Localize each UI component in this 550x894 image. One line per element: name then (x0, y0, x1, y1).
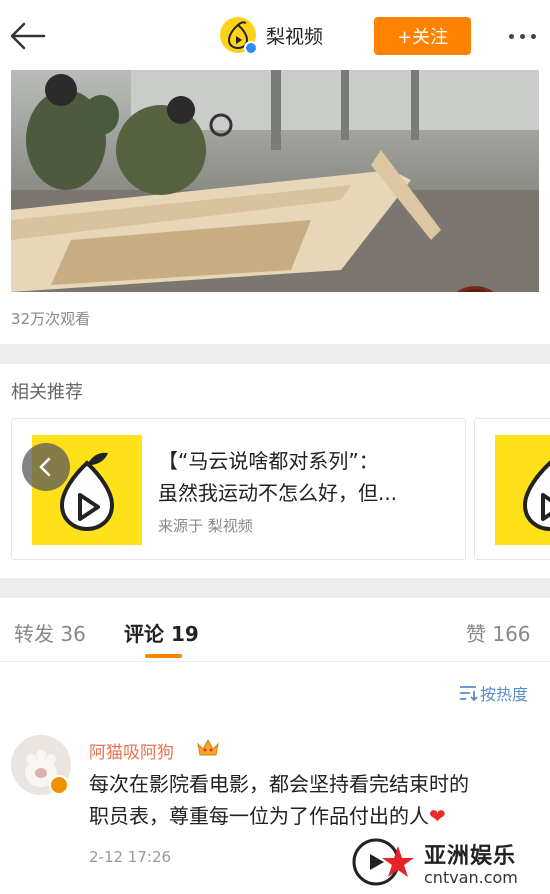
more-options-icon[interactable] (500, 22, 544, 50)
tab-likes[interactable]: 赞 166 (466, 618, 531, 647)
back-arrow-icon (10, 22, 46, 50)
back-button[interactable] (6, 16, 50, 56)
tab-reposts[interactable]: 转发 36 (14, 618, 86, 647)
user-badge-icon (49, 775, 69, 795)
channel-header[interactable]: 梨视频 (220, 16, 324, 55)
related-section-title: 相关推荐 (11, 382, 83, 403)
crown-icon (196, 736, 220, 758)
interaction-tabs: 转发 36 评论 19 赞 166 (0, 600, 550, 662)
carousel-prev-button[interactable] (22, 443, 70, 491)
sort-icon (460, 686, 478, 702)
channel-name: 梨视频 (266, 25, 324, 48)
related-video-title[interactable]: 【“马云说啥都对系列”： 虽然我运动不怎么好，但... (158, 445, 458, 509)
related-video-card[interactable]: 【“马云说啥都对系列”： 虽然我运动不怎么好，但... 来源于 梨视频 (11, 418, 466, 560)
section-divider (0, 578, 550, 598)
pear-video-logo-icon (522, 460, 550, 532)
watermark-logo-icon (352, 838, 414, 886)
view-count: 32万次观看 (11, 310, 91, 328)
heart-icon: ❤ (429, 804, 446, 828)
channel-logo-icon (220, 17, 258, 55)
video-player[interactable]: 关注 作者 (11, 70, 539, 292)
tab-comments[interactable]: 评论 19 (124, 618, 199, 647)
verified-badge-icon (244, 41, 258, 55)
sort-by-hot-button[interactable]: 按热度 (458, 681, 528, 705)
section-divider (0, 344, 550, 364)
comment-text: 每次在影院看电影，都会坚持看完结束时的 职员表，尊重每一位为了作品付出的人❤ (89, 772, 469, 828)
watermark: 亚洲娱乐 cntvan.com (346, 832, 550, 894)
follow-button[interactable]: +关注 (374, 17, 471, 55)
chevron-left-icon (39, 457, 51, 477)
top-bar: 梨视频 +关注 (0, 0, 550, 70)
follow-author-button[interactable]: 关注 作者 (443, 286, 539, 292)
weibo-video-page: 梨视频 +关注 32万次观看 相关推荐 【“马云说啥都对系列”： 虽然我运动不怎… (0, 0, 550, 894)
related-thumbnail (495, 435, 550, 545)
active-tab-indicator (145, 654, 182, 658)
related-video-source: 来源于 梨视频 (158, 517, 253, 535)
related-video-card-next[interactable] (474, 418, 550, 560)
video-frame (11, 70, 539, 292)
comment-username[interactable]: 阿猫吸阿狗 (89, 738, 174, 763)
comment-timestamp: 2-12 17:26 (89, 848, 172, 866)
